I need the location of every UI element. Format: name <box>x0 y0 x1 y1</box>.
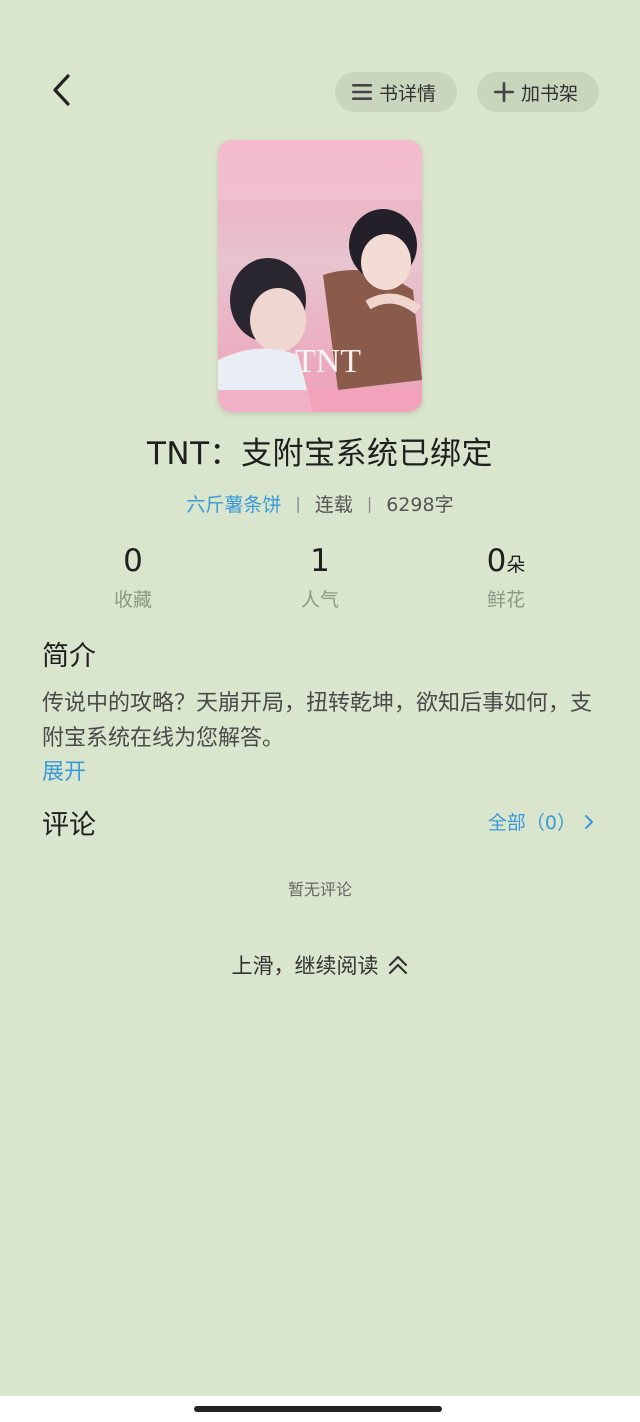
stat-favorites: 0 收藏 <box>63 543 203 612</box>
no-comments-text: 暂无评论 <box>287 880 352 899</box>
book-details-button[interactable]: 书详情 <box>335 72 457 112</box>
book-meta: 六斤薯条饼 | 连载 | 6298字 <box>0 490 640 517</box>
stat-unit: 朵 <box>506 554 526 576</box>
stat-value: 1 <box>310 543 330 579</box>
add-to-shelf-label: 加书架 <box>521 82 579 105</box>
meta-divider: | <box>366 494 373 513</box>
plus-icon <box>493 81 515 103</box>
add-to-shelf-button[interactable]: 加书架 <box>477 72 599 112</box>
word-count: 6298字 <box>386 494 454 516</box>
double-chevron-up-icon <box>387 954 409 976</box>
intro-heading: 简介 <box>42 641 96 672</box>
stat-label: 鲜花 <box>486 589 525 611</box>
intro-text: 传说中的攻略？天崩开局，扭转乾坤，欲知后事如何，支附宝系统在线为您解答。 <box>42 691 593 751</box>
cover-logo-text: TNT <box>295 343 361 380</box>
stat-value: 0 <box>123 543 143 579</box>
stat-label: 人气 <box>300 589 339 611</box>
all-comments-link[interactable]: 全部（0） <box>488 808 594 835</box>
expand-button[interactable]: 展开 <box>42 754 86 786</box>
stat-value: 0 <box>486 543 507 579</box>
chevron-right-icon <box>584 814 594 830</box>
book-details-label: 书详情 <box>379 82 437 105</box>
continue-reading-hint[interactable]: 上滑，继续阅读 <box>0 950 640 980</box>
home-indicator[interactable] <box>194 1406 442 1412</box>
book-status: 连载 <box>314 494 353 516</box>
chevron-left-icon <box>50 73 74 111</box>
book-cover[interactable]: TNT <box>218 140 422 412</box>
book-title: TNT：支附宝系统已绑定 <box>146 436 494 472</box>
stat-label: 收藏 <box>113 589 152 611</box>
meta-divider: | <box>295 494 301 513</box>
list-icon <box>351 82 373 102</box>
author-link[interactable]: 六斤薯条饼 <box>186 490 281 517</box>
stat-popularity: 1 人气 <box>250 543 390 612</box>
back-button[interactable] <box>40 70 84 114</box>
stat-flowers[interactable]: 0朵 鲜花 <box>436 543 576 612</box>
all-comments-label: 全部（0） <box>487 812 576 834</box>
comments-heading: 评论 <box>42 810 96 841</box>
continue-reading-label: 上滑，继续阅读 <box>231 954 379 978</box>
